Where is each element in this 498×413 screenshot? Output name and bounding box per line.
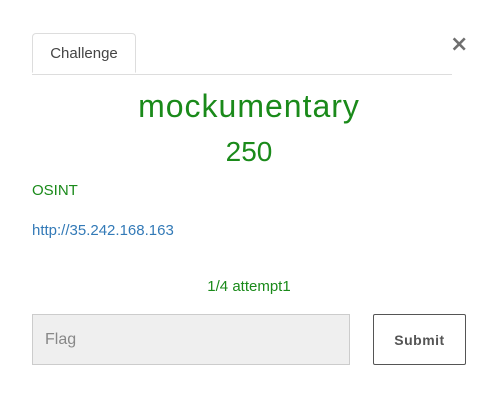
challenge-points: 250 bbox=[225, 136, 273, 167]
tab-bar: Challenge bbox=[32, 33, 452, 75]
challenge-modal: × Challenge mockumentary 250 OSINT http:… bbox=[0, 0, 498, 413]
attempts-counter: 1/4 attempt1 bbox=[207, 278, 291, 295]
tab-challenge[interactable]: Challenge bbox=[32, 33, 136, 73]
close-icon[interactable]: × bbox=[450, 34, 468, 56]
flag-input[interactable] bbox=[32, 314, 350, 365]
challenge-name: mockumentary bbox=[138, 88, 360, 124]
challenge-link[interactable]: http://35.242.168.163 bbox=[32, 222, 174, 239]
challenge-category: OSINT bbox=[32, 182, 78, 199]
submit-button[interactable]: Submit bbox=[373, 314, 466, 365]
